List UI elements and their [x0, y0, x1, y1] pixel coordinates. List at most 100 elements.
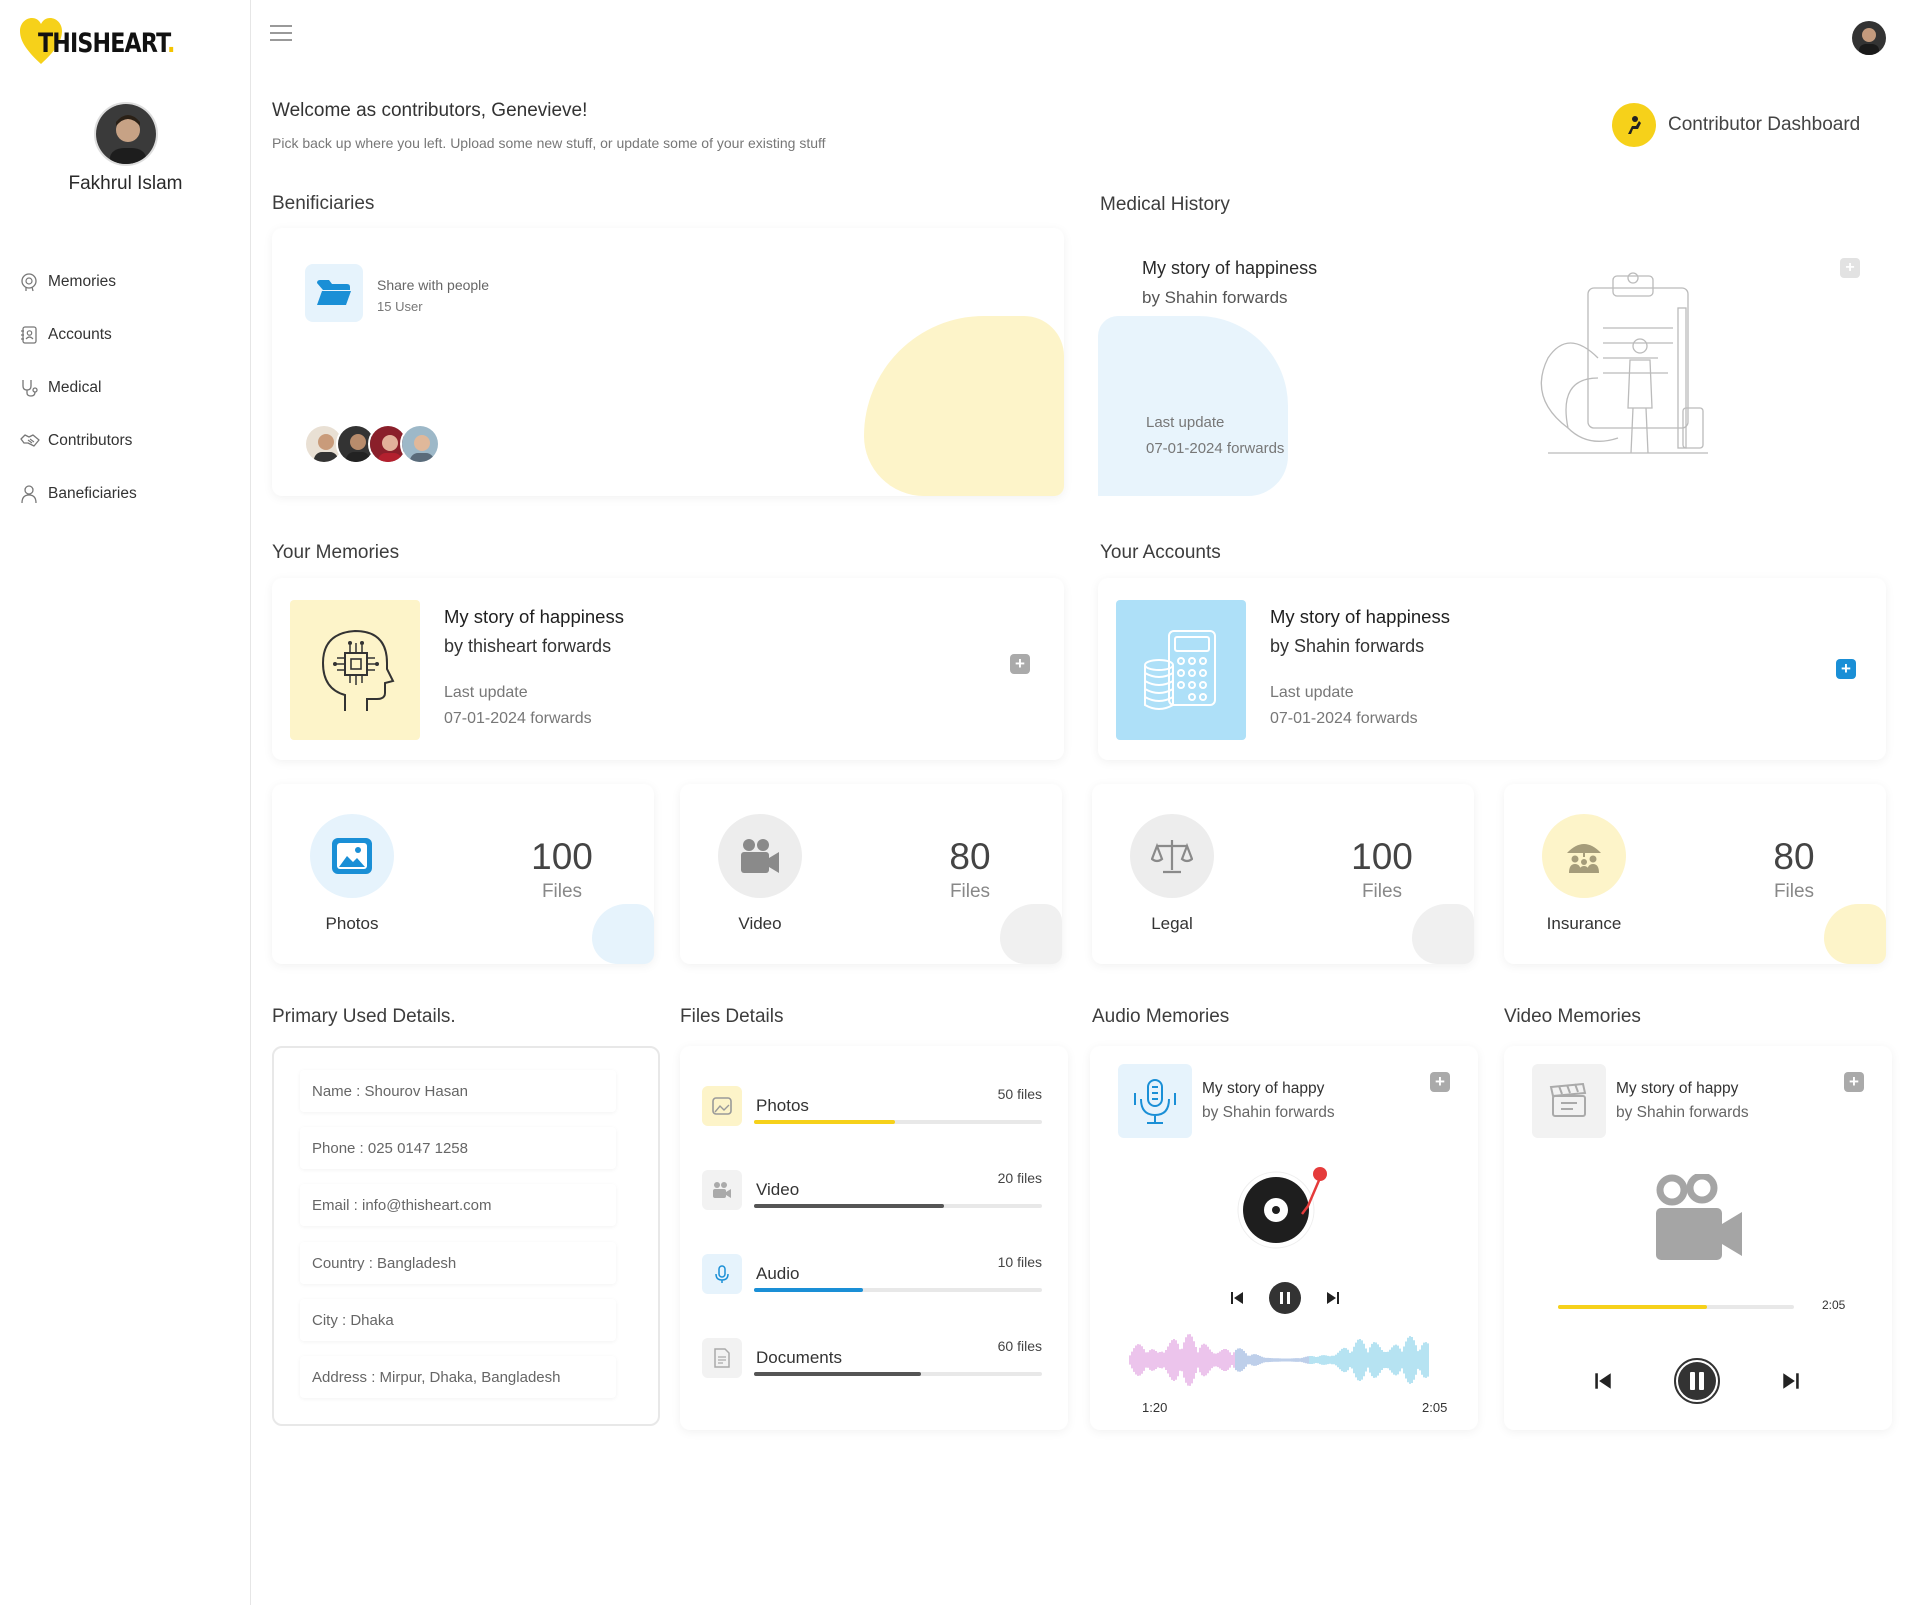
- previous-track-icon[interactable]: [1230, 1291, 1244, 1310]
- calculator-coins-icon: [1144, 630, 1216, 710]
- file-progress-fill: [754, 1204, 945, 1208]
- audio-title: My story of happy: [1202, 1080, 1325, 1097]
- audio-memories-heading: Audio Memories: [1092, 1006, 1230, 1027]
- account-card[interactable]: My story of happiness by Shahin forwards…: [1098, 578, 1886, 760]
- file-type-name: Video: [756, 1180, 800, 1199]
- medical-title: My story of happiness: [1142, 258, 1318, 278]
- audio-author: by Shahin forwards: [1202, 1104, 1335, 1121]
- add-audio-button[interactable]: +: [1430, 1072, 1450, 1092]
- folder-icon: [305, 264, 363, 322]
- sidebar-item-label: Medical: [48, 378, 102, 396]
- photo-icon: [310, 814, 394, 898]
- file-row-video[interactable]: Video 20 files: [702, 1170, 1042, 1220]
- video-memory-card: My story of happy by Shahin forwards + 2…: [1504, 1046, 1892, 1430]
- legal-stat-card[interactable]: Legal 100 Files: [1092, 784, 1474, 964]
- thisheart-logo[interactable]: THISHEART.: [20, 18, 175, 70]
- sidebar-item-contributors[interactable]: Contributors: [20, 414, 137, 467]
- stat-name: Video: [738, 914, 782, 933]
- next-track-icon[interactable]: [1782, 1372, 1800, 1395]
- last-update-date: 07-01-2024 forwards: [444, 710, 592, 727]
- file-type-name: Documents: [756, 1348, 842, 1367]
- contributor-icon: [1612, 103, 1656, 147]
- family-umbrella-icon: [1542, 814, 1626, 898]
- stethoscope-icon: [22, 379, 38, 397]
- file-count: 10 files: [997, 1254, 1042, 1270]
- account-title: My story of happiness: [1270, 606, 1450, 627]
- sidebar-nav: Memories Accounts Medical Contributors B…: [20, 255, 137, 520]
- add-memory-button[interactable]: +: [1010, 654, 1030, 674]
- primary-details-card: Name : Shourov Hasan Phone : 025 0147 12…: [272, 1046, 660, 1426]
- stat-name: Insurance: [1546, 914, 1622, 933]
- pause-button[interactable]: [1674, 1358, 1720, 1409]
- logo-wordmark: THISHEART.: [38, 28, 175, 59]
- contributor-dashboard-button[interactable]: Contributor Dashboard: [1612, 103, 1860, 147]
- stat-unit: Files: [1361, 881, 1403, 902]
- decorative-blob: [592, 904, 654, 964]
- previous-track-icon[interactable]: [1594, 1372, 1612, 1395]
- video-progress-track[interactable]: [1558, 1305, 1794, 1309]
- file-row-photos[interactable]: Photos 50 files: [702, 1086, 1042, 1136]
- profile-avatar[interactable]: [94, 102, 158, 166]
- profile-name: Fakhrul Islam: [68, 173, 183, 194]
- sidebar-item-medical[interactable]: Medical: [20, 361, 137, 414]
- memory-title: My story of happiness: [444, 606, 624, 627]
- audio-total-time: 2:05: [1422, 1400, 1448, 1415]
- header-avatar[interactable]: [1852, 21, 1886, 55]
- stat-count: 100: [1351, 836, 1413, 877]
- next-track-icon[interactable]: [1326, 1291, 1340, 1310]
- file-progress-fill: [754, 1120, 896, 1124]
- sidebar-item-memories[interactable]: Memories: [20, 255, 137, 308]
- stat-unit: Files: [949, 881, 991, 902]
- file-row-documents[interactable]: Documents 60 files: [702, 1338, 1042, 1388]
- add-medical-button[interactable]: +: [1840, 258, 1860, 278]
- stat-count: 80: [1773, 836, 1815, 877]
- memory-card[interactable]: My story of happiness by thisheart forwa…: [272, 578, 1064, 760]
- decorative-blob: [1000, 904, 1062, 964]
- beneficiary-avatars[interactable]: [304, 424, 440, 464]
- handshake-icon: [20, 433, 40, 447]
- stat-count: 100: [531, 836, 593, 877]
- sidebar: THISHEART. Fakhrul Islam Memories Accoun…: [0, 0, 251, 1605]
- audio-controls: [1230, 1282, 1340, 1319]
- contacts-book-icon: [21, 325, 37, 344]
- medical-author: by Shahin forwards: [1142, 288, 1288, 307]
- photo-icon: [702, 1086, 742, 1126]
- video-author: by Shahin forwards: [1616, 1104, 1749, 1121]
- video-camera-icon: [718, 814, 802, 898]
- beneficiaries-card[interactable]: Share with people 15 User: [272, 228, 1064, 496]
- file-count: 60 files: [997, 1338, 1042, 1354]
- detail-address: Address : Mirpur, Dhaka, Bangladesh: [300, 1356, 616, 1398]
- audio-current-time: 1:20: [1142, 1400, 1168, 1415]
- file-progress-fill: [754, 1372, 922, 1376]
- file-progress-track: [754, 1288, 1042, 1292]
- video-memories-heading: Video Memories: [1504, 1006, 1641, 1027]
- sidebar-item-label: Baneficiaries: [48, 484, 137, 502]
- detail-country: Country : Bangladesh: [300, 1242, 616, 1284]
- last-update-label: Last update: [444, 684, 528, 701]
- medical-history-heading: Medical History: [1100, 194, 1230, 215]
- detail-phone: Phone : 025 0147 1258: [300, 1127, 616, 1169]
- medical-history-card[interactable]: My story of happiness by Shahin forwards…: [1098, 228, 1898, 496]
- file-type-name: Audio: [756, 1264, 800, 1283]
- account-author: by Shahin forwards: [1270, 636, 1425, 656]
- video-stat-card[interactable]: Video 80 Files: [680, 784, 1062, 964]
- stat-unit: Files: [541, 881, 583, 902]
- sidebar-item-accounts[interactable]: Accounts: [20, 308, 137, 361]
- sidebar-item-label: Memories: [48, 272, 117, 290]
- sidebar-item-label: Accounts: [48, 325, 112, 343]
- file-row-audio[interactable]: Audio 10 files: [702, 1254, 1042, 1304]
- menu-toggle-button[interactable]: [270, 25, 292, 43]
- video-total-time: 2:05: [1822, 1298, 1846, 1312]
- audio-waveform[interactable]: [1128, 1330, 1438, 1395]
- detail-city: City : Dhaka: [300, 1299, 616, 1341]
- pause-button[interactable]: [1269, 1282, 1301, 1319]
- file-type-name: Photos: [756, 1096, 809, 1115]
- add-video-button[interactable]: +: [1844, 1072, 1864, 1092]
- sidebar-item-baneficiaries[interactable]: Baneficiaries: [20, 467, 137, 520]
- insurance-stat-card[interactable]: Insurance 80 Files: [1504, 784, 1886, 964]
- add-account-button[interactable]: +: [1836, 659, 1856, 679]
- file-progress-track: [754, 1372, 1042, 1376]
- memory-tile: [290, 600, 420, 740]
- last-update-date: 07-01-2024 forwards: [1146, 440, 1285, 457]
- photos-stat-card[interactable]: Photos 100 Files: [272, 784, 654, 964]
